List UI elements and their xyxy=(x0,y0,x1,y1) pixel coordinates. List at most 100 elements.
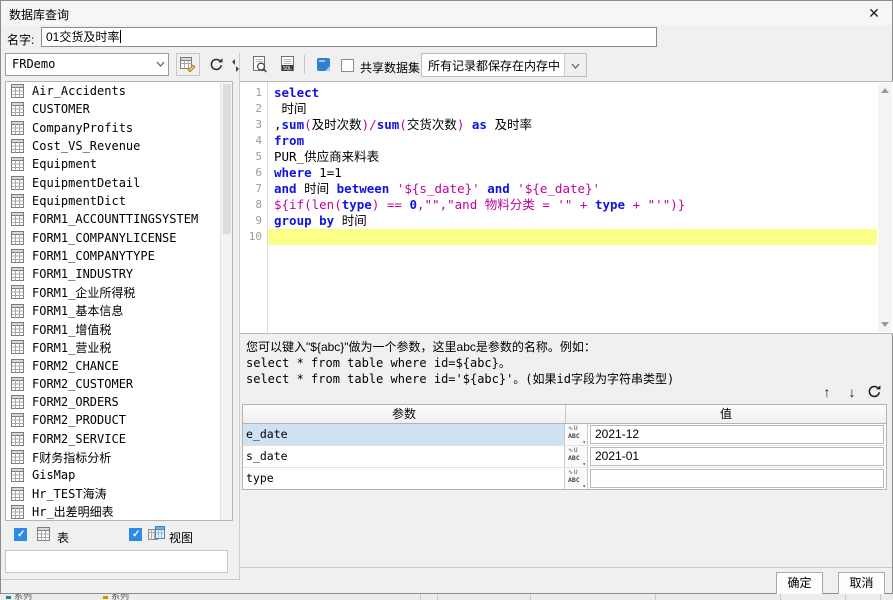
preview-data-button[interactable] xyxy=(248,53,272,76)
combo-dropdown-button[interactable] xyxy=(564,54,586,76)
table-list-item[interactable]: FORM1_COMPANYLICENSE xyxy=(6,228,232,246)
table-list-item[interactable]: Air_Accidents xyxy=(6,82,232,100)
param-column-header: 参数 xyxy=(243,405,566,423)
dataset-name-input[interactable]: 01交货及时率 xyxy=(41,27,657,47)
table-name: FORM2_ORDERS xyxy=(32,395,119,410)
string-type-label: ABC xyxy=(568,476,580,484)
table-icon xyxy=(11,175,24,190)
table-list-items: Air_Accidents CUSTOMER CompanyProfits Co… xyxy=(6,82,232,520)
table-list-item[interactable]: EquipmentDict xyxy=(6,192,232,210)
table-icon xyxy=(11,468,24,483)
table-list-item[interactable]: Hr_TEST海涛 xyxy=(6,485,232,503)
param-refresh-button[interactable] xyxy=(867,384,882,402)
sql-document-icon: SQL xyxy=(281,56,294,72)
connection-select[interactable]: FRDemo xyxy=(5,53,169,76)
param-value-input[interactable]: 2021-01 xyxy=(590,447,884,466)
table-list-item[interactable]: FORM1_增值税 xyxy=(6,320,232,338)
table-list-item[interactable]: F财务指标分析 xyxy=(6,448,232,466)
value-column-header: 值 xyxy=(719,407,732,421)
line-number: 7 xyxy=(255,182,262,195)
ok-button[interactable]: 确定 xyxy=(776,572,823,595)
scroll-down-icon[interactable] xyxy=(881,322,889,327)
param-row[interactable]: s_date ∿U ABC 2021-01 xyxy=(243,446,886,468)
refresh-icon xyxy=(868,385,881,398)
param-name-cell[interactable]: type xyxy=(243,468,565,489)
table-list-item[interactable]: CUSTOMER xyxy=(6,100,232,118)
param-row[interactable]: type ∿U ABC xyxy=(243,468,886,490)
table-list-item[interactable]: CompanyProfits xyxy=(6,119,232,137)
table-list-item[interactable]: FORM1_COMPANYTYPE xyxy=(6,247,232,265)
param-value-input[interactable] xyxy=(590,469,884,488)
code-line: 4 from xyxy=(240,133,877,149)
table-name: FORM1_增值税 xyxy=(32,322,112,337)
table-list-item[interactable]: FORM1_营业税 xyxy=(6,338,232,356)
table-list-item[interactable]: EquipmentDetail xyxy=(6,173,232,191)
name-label: 名字: xyxy=(7,33,35,47)
table-filter-input[interactable] xyxy=(5,550,228,573)
editor-scrollbar[interactable] xyxy=(878,83,892,332)
table-list-item[interactable]: FORM2_ORDERS xyxy=(6,393,232,411)
table-name: FORM1_ACCOUNTTINGSYSTEM xyxy=(32,212,199,227)
grid-line xyxy=(420,594,421,600)
code-line: 2 时间 xyxy=(240,101,877,117)
share-dataset-label: 共享数据集 xyxy=(360,61,421,75)
line-number: 10 xyxy=(248,230,262,243)
list-scrollbar[interactable] xyxy=(220,82,232,520)
table-list-item[interactable]: FORM1_基本信息 xyxy=(6,302,232,320)
table-icon xyxy=(11,504,24,519)
titlebar: 数据库查询 ✕ xyxy=(1,1,892,25)
param-type-button[interactable]: ∿U ABC xyxy=(565,468,588,490)
code-area[interactable]: 1 select 2 时间 3 ,sum(及时次数)/sum(交货次数) as 及时率 4… xyxy=(240,85,877,245)
table-list-item[interactable]: FORM2_PRODUCT xyxy=(6,411,232,429)
sql-editor[interactable]: 1 select 2 时间 3 ,sum(及时次数)/sum(交货次数) as 及时率 4… xyxy=(240,81,893,334)
blue-page-button[interactable] xyxy=(312,53,336,76)
table-name: FORM1_COMPANYTYPE xyxy=(32,248,155,263)
table-list-item[interactable]: FORM1_ACCOUNTTINGSYSTEM xyxy=(6,210,232,228)
param-value-input[interactable]: 2021-12 xyxy=(590,425,884,444)
close-button[interactable]: ✕ xyxy=(864,3,884,23)
view-filter-checkbox[interactable] xyxy=(129,528,142,541)
table-name: EquipmentDict xyxy=(32,193,126,208)
table-list-item[interactable]: GisMap xyxy=(6,466,232,484)
table-list-item[interactable]: Equipment xyxy=(6,155,232,173)
table-icon xyxy=(11,157,24,172)
param-type-button[interactable]: ∿U ABC xyxy=(565,424,588,446)
table-filter-checkbox[interactable] xyxy=(14,528,27,541)
string-type-icon: ∿U xyxy=(568,469,579,476)
param-row[interactable]: e_date ∿U ABC 2021-12 xyxy=(243,424,886,446)
code-line: 3 ,sum(及时次数)/sum(交货次数) as 及时率 xyxy=(240,117,877,133)
arrow-down-icon: ↓ xyxy=(848,384,856,400)
table-list-item[interactable]: FORM1_企业所得税 xyxy=(6,283,232,301)
arrow-up-icon: ↑ xyxy=(823,384,831,400)
edit-connection-button[interactable] xyxy=(176,53,200,76)
param-name-cell[interactable]: e_date xyxy=(243,424,565,445)
background-window-strip: 系列 系列 xyxy=(0,594,893,600)
table-list-item[interactable]: FORM2_SERVICE xyxy=(6,430,232,448)
refresh-connection-button[interactable] xyxy=(204,53,228,76)
share-dataset-checkbox[interactable] xyxy=(341,59,354,72)
table-list: Air_Accidents CUSTOMER CompanyProfits Co… xyxy=(5,81,233,521)
param-value-cell: 2021-12 xyxy=(588,424,886,445)
param-move-down-button[interactable]: ↓ xyxy=(842,383,862,401)
table-name: Air_Accidents xyxy=(32,84,126,99)
scroll-up-icon[interactable] xyxy=(881,88,889,93)
sql-preview-button[interactable]: SQL xyxy=(276,53,300,76)
table-list-item[interactable]: FORM1_INDUSTRY xyxy=(6,265,232,283)
param-name-cell[interactable]: s_date xyxy=(243,446,565,467)
line-number: 9 xyxy=(255,214,262,227)
view-icon xyxy=(148,526,165,545)
param-type-button[interactable]: ∿U ABC xyxy=(565,446,588,468)
param-move-up-button[interactable]: ↑ xyxy=(817,383,837,401)
storage-mode-select[interactable]: 所有记录都保存在内存中 xyxy=(421,53,587,77)
cancel-button[interactable]: 取消 xyxy=(838,572,885,595)
line-number: 1 xyxy=(255,86,262,99)
storage-mode-value: 所有记录都保存在内存中 xyxy=(428,59,561,73)
table-list-item[interactable]: FORM2_CUSTOMER xyxy=(6,375,232,393)
table-list-item[interactable]: Cost_VS_Revenue xyxy=(6,137,232,155)
parameter-table-header: 参数 值 xyxy=(243,405,886,424)
view-filter-label: 视图 xyxy=(169,531,194,545)
table-list-item[interactable]: FORM2_CHANCE xyxy=(6,356,232,374)
table-list-item[interactable]: Hr_出差明细表 xyxy=(6,503,232,520)
scrollbar-thumb[interactable] xyxy=(223,84,231,234)
code-line: 6 where 1=1 xyxy=(240,165,877,181)
